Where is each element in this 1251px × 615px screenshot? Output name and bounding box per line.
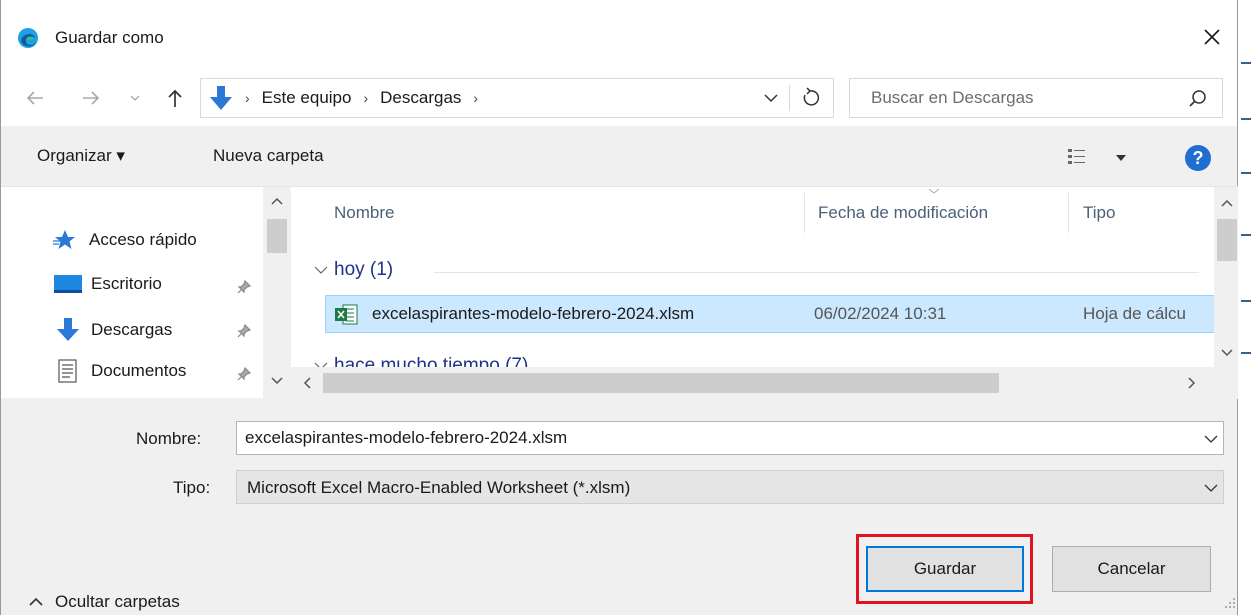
back-button[interactable] [21, 84, 49, 112]
column-header-nombre[interactable]: Nombre [334, 203, 394, 223]
chevron-down-icon [130, 95, 140, 101]
up-button[interactable] [161, 84, 189, 112]
desktop-icon [54, 275, 82, 293]
navigation-pane: Acceso rápido Escritorio Descargas Docum… [1, 187, 263, 399]
navigation-pane-scrollbar[interactable] [263, 187, 291, 399]
nav-item-quick-access[interactable]: Acceso rápido [53, 229, 197, 251]
dialog-title: Guardar como [55, 28, 164, 47]
document-icon [58, 359, 77, 383]
pin-icon [237, 324, 251, 338]
nav-item-documentos[interactable]: Documentos [53, 359, 186, 383]
chevron-down-icon[interactable] [761, 88, 781, 108]
scroll-up-arrow-icon[interactable] [271, 197, 283, 205]
file-type-select[interactable]: Microsoft Excel Macro-Enabled Worksheet … [236, 470, 1224, 504]
file-list-vertical-scrollbar[interactable] [1214, 187, 1239, 367]
file-date: 06/02/2024 10:31 [814, 304, 947, 323]
save-as-dialog: Guardar como › Este equipo › Descargas ›… [0, 0, 1239, 615]
breadcrumb-separator: › [245, 90, 250, 106]
scrollbar-thumb[interactable] [323, 373, 999, 393]
download-arrow-icon [210, 86, 232, 110]
search-input[interactable] [851, 80, 1171, 116]
type-label: Tipo: [173, 478, 211, 497]
column-header-tipo[interactable]: Tipo [1083, 203, 1115, 223]
resize-grip-icon[interactable] [1223, 596, 1237, 610]
nav-item-label: Escritorio [91, 274, 162, 293]
new-folder-button[interactable]: Nueva carpeta [213, 146, 324, 166]
command-bar: Organizar ▾ Nueva carpeta ? [1, 126, 1237, 186]
scroll-down-arrow-icon[interactable] [271, 377, 283, 385]
group-header-today[interactable]: hoy (1) [314, 259, 393, 281]
hide-folders-label: Ocultar carpetas [55, 592, 180, 611]
up-arrow-icon [168, 89, 182, 107]
refresh-icon[interactable] [799, 87, 821, 109]
view-options-icon[interactable] [1067, 146, 1093, 168]
scroll-right-arrow-icon[interactable] [1188, 377, 1196, 389]
back-arrow-icon [26, 91, 43, 105]
pin-icon [237, 280, 251, 294]
breadcrumb-descargas[interactable]: Descargas [380, 88, 461, 108]
file-name-input[interactable] [237, 422, 1187, 454]
close-button[interactable] [1191, 18, 1233, 56]
chevron-up-icon [29, 597, 43, 606]
search-box[interactable] [849, 78, 1223, 118]
background-window-edge [1238, 0, 1251, 615]
excel-file-icon [335, 304, 358, 325]
file-type: Hoja de cálcu [1083, 304, 1187, 323]
column-header-fecha[interactable]: Fecha de modificación [818, 203, 988, 223]
address-bar[interactable]: › Este equipo › Descargas › [200, 78, 834, 118]
nav-item-label: Documentos [91, 361, 187, 380]
nav-item-escritorio[interactable]: Escritorio [53, 273, 162, 295]
file-name: excelaspirantes-modelo-febrero-2024.xlsm [372, 304, 695, 323]
close-icon [1204, 29, 1220, 45]
pin-icon [237, 367, 251, 381]
forward-arrow-icon [83, 91, 100, 105]
file-list-horizontal-scrollbar[interactable] [291, 367, 1214, 399]
scrollbar-thumb[interactable] [267, 219, 287, 253]
breadcrumb-este-equipo[interactable]: Este equipo [262, 88, 352, 108]
file-type-value: Microsoft Excel Macro-Enabled Worksheet … [247, 478, 631, 497]
title-bar: Guardar como [1, 0, 1237, 70]
file-browser: Acceso rápido Escritorio Descargas Docum… [1, 186, 1239, 399]
nav-item-label: Acceso rápido [89, 230, 197, 249]
organize-menu-button[interactable]: Organizar ▾ [37, 146, 125, 166]
scrollbar-thumb[interactable] [1217, 219, 1237, 261]
scroll-left-arrow-icon[interactable] [303, 377, 311, 389]
chevron-down-icon [314, 266, 328, 274]
nav-item-descargas[interactable]: Descargas [53, 317, 172, 343]
group-label: hoy (1) [334, 259, 394, 280]
help-icon[interactable]: ? [1185, 145, 1211, 171]
breadcrumb-separator: › [473, 90, 479, 106]
hide-folders-toggle[interactable]: Ocultar carpetas [29, 592, 180, 612]
edge-browser-icon [18, 28, 38, 48]
sort-indicator-icon [928, 188, 940, 194]
chevron-down-icon[interactable] [1203, 480, 1219, 496]
view-dropdown-chevron-icon[interactable] [1115, 154, 1127, 162]
navigation-row: › Este equipo › Descargas › [1, 70, 1237, 126]
search-icon[interactable] [1188, 89, 1208, 109]
star-icon [53, 230, 75, 249]
scroll-down-arrow-icon[interactable] [1221, 349, 1233, 357]
file-row-selected[interactable]: excelaspirantes-modelo-febrero-2024.xlsm… [325, 295, 1214, 333]
breadcrumb-separator: › [363, 90, 369, 106]
forward-button[interactable] [77, 84, 105, 112]
scroll-up-arrow-icon[interactable] [1221, 199, 1233, 207]
name-label: Nombre: [136, 429, 202, 448]
nav-item-label: Descargas [91, 320, 173, 339]
recent-locations-button[interactable] [125, 84, 145, 112]
cancel-button[interactable]: Cancelar [1052, 546, 1211, 592]
highlight-annotation-box [856, 534, 1033, 604]
chevron-down-icon[interactable] [1203, 431, 1219, 447]
file-name-combobox[interactable] [236, 421, 1224, 455]
download-arrow-icon [57, 318, 79, 341]
